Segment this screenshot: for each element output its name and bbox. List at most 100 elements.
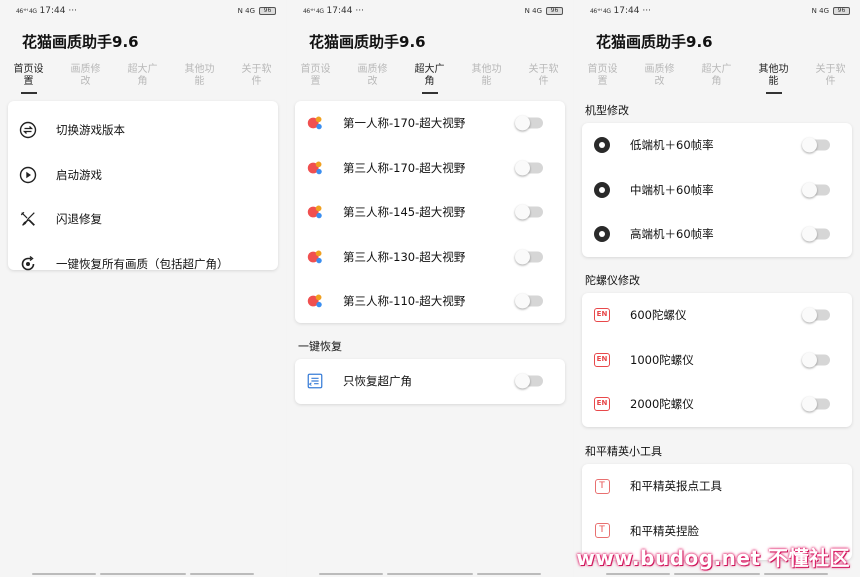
toggle-switch[interactable] — [802, 226, 830, 242]
switch-version-item[interactable]: 切换游戏版本 — [8, 108, 278, 153]
tab-wide-angle[interactable]: 超大广角 — [114, 64, 171, 96]
item-label: 第一人称-170-超大视野 — [343, 116, 466, 131]
launch-game-item[interactable]: 启动游戏 — [8, 153, 278, 198]
wide-item-2[interactable]: 第三人称-170-超大视野 — [295, 146, 565, 191]
status-bar: 46⁺ᴴ 4G 17:44 ··· N 4G 96 — [590, 4, 850, 18]
item-label: 第三人称-130-超大视野 — [343, 249, 466, 264]
status-dots: ··· — [355, 6, 364, 16]
tab-other[interactable]: 其他功能 — [745, 64, 802, 96]
color-dots-icon — [306, 203, 324, 221]
model-item-high[interactable]: 高端机＋60帧率 — [582, 212, 852, 257]
wide-item-4[interactable]: 第三人称-130-超大视野 — [295, 235, 565, 280]
color-dots-icon — [306, 159, 324, 177]
toggle-switch[interactable] — [802, 352, 830, 368]
tab-quality[interactable]: 画质修改 — [57, 64, 114, 96]
watermark: www.budog.net 不懂社区 — [576, 546, 850, 570]
screen-other-functions: 46⁺ᴴ 4G 17:44 ··· N 4G 96 花猫画质助手9.6 首页设置 … — [574, 0, 860, 577]
status-dots: ··· — [642, 6, 651, 16]
item-label: 第三人称-145-超大视野 — [343, 205, 466, 220]
toggle-switch[interactable] — [802, 182, 830, 198]
wide-angle-card: 第一人称-170-超大视野 第三人称-170-超大视野 第三人称-145-超大视… — [295, 101, 565, 323]
color-dots-icon — [306, 114, 324, 132]
status-bar: 46⁺ᴴ 4G 17:44 ··· N 4G 96 — [303, 4, 563, 18]
battery-icon: 96 — [546, 7, 563, 15]
tab-about[interactable]: 关于软件 — [228, 64, 285, 96]
item-label: 和平精英报点工具 — [630, 479, 722, 494]
app-title: 花猫画质助手9.6 — [596, 33, 713, 51]
item-label: 1000陀螺仪 — [630, 352, 694, 367]
status-time: 17:44 — [613, 6, 640, 16]
nav-gesture-bar — [319, 573, 383, 575]
tab-wide-angle[interactable]: 超大广角 — [688, 64, 745, 96]
tab-home-settings[interactable]: 首页设置 — [287, 64, 344, 96]
toggle-switch[interactable] — [515, 115, 543, 131]
toggle-switch[interactable] — [515, 249, 543, 265]
toggle-switch[interactable] — [802, 396, 830, 412]
nav-gesture-bar — [190, 573, 254, 575]
en-icon: EN — [593, 395, 611, 413]
nav-gesture-bar — [477, 573, 541, 575]
signal-icon: 46⁺ᴴ 4G — [16, 7, 37, 15]
tab-about[interactable]: 关于软件 — [802, 64, 859, 96]
tab-about[interactable]: 关于软件 — [515, 64, 572, 96]
tab-bar: 首页设置 画质修改 超大广角 其他功能 关于软件 — [0, 64, 286, 96]
item-label: 一键恢复所有画质（包括超广角） — [56, 256, 229, 271]
item-label: 低端机＋60帧率 — [630, 138, 714, 153]
gyro-item-1000[interactable]: EN 1000陀螺仪 — [582, 338, 852, 383]
item-label: 第三人称-170-超大视野 — [343, 160, 466, 175]
toggle-switch[interactable] — [515, 160, 543, 176]
item-label: 2000陀螺仪 — [630, 397, 694, 412]
play-circle-icon — [19, 166, 37, 184]
model-item-mid[interactable]: 中端机＋60帧率 — [582, 168, 852, 213]
battery-icon: 96 — [833, 7, 850, 15]
tab-other[interactable]: 其他功能 — [171, 64, 228, 96]
item-label: 和平精英捏脸 — [630, 523, 699, 538]
nav-gesture-bar — [764, 573, 828, 575]
screen-wide-angle: 46⁺ᴴ 4G 17:44 ··· N 4G 96 花猫画质助手9.6 首页设置 … — [287, 0, 573, 577]
wide-item-1[interactable]: 第一人称-170-超大视野 — [295, 101, 565, 146]
nav-gesture-bar — [387, 573, 473, 575]
status-icons: N 4G — [237, 7, 255, 15]
status-time: 17:44 — [326, 6, 353, 16]
app-title: 花猫画质助手9.6 — [309, 33, 426, 51]
wide-item-3[interactable]: 第三人称-145-超大视野 — [295, 190, 565, 235]
app-title: 花猫画质助手9.6 — [22, 33, 139, 51]
restore-all-item[interactable]: 一键恢复所有画质（包括超广角） — [8, 242, 278, 287]
frame-rate-icon — [593, 225, 611, 243]
status-time: 17:44 — [39, 6, 66, 16]
en-icon: EN — [593, 306, 611, 324]
status-bar: 46⁺ᴴ 4G 17:44 ··· N 4G 96 — [16, 4, 276, 18]
toggle-switch[interactable] — [515, 293, 543, 309]
nav-gesture-bar — [32, 573, 96, 575]
crash-fix-item[interactable]: 闪退修复 — [8, 197, 278, 242]
text-t-icon: T — [593, 477, 611, 495]
tool-item-report[interactable]: T 和平精英报点工具 — [582, 464, 852, 509]
restore-wide-item[interactable]: 只恢复超广角 — [295, 359, 565, 404]
toggle-switch[interactable] — [515, 204, 543, 220]
text-t-icon: T — [593, 522, 611, 540]
color-dots-icon — [306, 248, 324, 266]
section-restore-title: 一键恢复 — [298, 340, 342, 353]
nav-gesture-bar — [606, 573, 670, 575]
tab-indicator — [765, 92, 782, 94]
tab-wide-angle[interactable]: 超大广角 — [401, 64, 458, 96]
status-dots: ··· — [68, 6, 77, 16]
gyro-item-2000[interactable]: EN 2000陀螺仪 — [582, 382, 852, 427]
toggle-switch[interactable] — [802, 137, 830, 153]
wide-item-5[interactable]: 第三人称-110-超大视野 — [295, 279, 565, 324]
tab-home-settings[interactable]: 首页设置 — [0, 64, 57, 96]
section-gyro-title: 陀螺仪修改 — [585, 274, 640, 287]
tab-quality[interactable]: 画质修改 — [631, 64, 688, 96]
tab-other[interactable]: 其他功能 — [458, 64, 515, 96]
color-dots-icon — [306, 292, 324, 310]
tab-home-settings[interactable]: 首页设置 — [574, 64, 631, 96]
toggle-switch[interactable] — [802, 307, 830, 323]
model-item-low[interactable]: 低端机＋60帧率 — [582, 123, 852, 168]
toggle-switch[interactable] — [515, 373, 543, 389]
section-tools-title: 和平精英小工具 — [585, 445, 662, 458]
tab-quality[interactable]: 画质修改 — [344, 64, 401, 96]
battery-icon: 96 — [259, 7, 276, 15]
item-label: 启动游戏 — [56, 167, 102, 182]
tab-indicator — [20, 92, 37, 94]
gyro-item-600[interactable]: EN 600陀螺仪 — [582, 293, 852, 338]
